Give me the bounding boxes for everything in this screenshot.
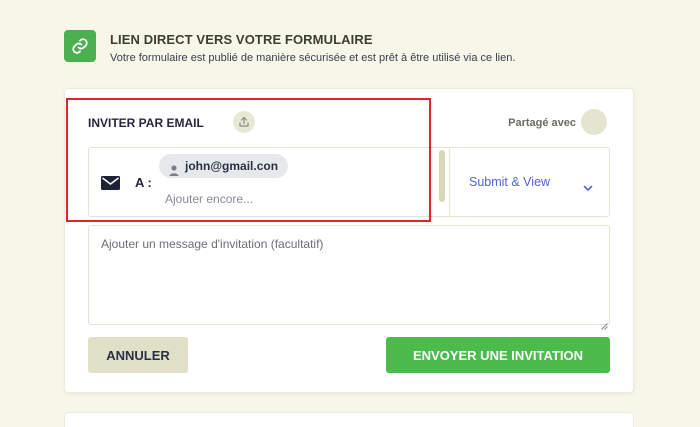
recipient-chip-label: john@gmail.con bbox=[185, 159, 279, 173]
shared-with-label: Partagé avec bbox=[508, 117, 576, 129]
permission-dropdown[interactable]: Submit & View bbox=[469, 175, 550, 189]
mail-icon bbox=[101, 176, 120, 195]
direct-link-description: Votre formulaire est publié de manière s… bbox=[110, 52, 516, 64]
send-invitation-button[interactable]: ENVOYER UNE INVITATION bbox=[386, 337, 610, 373]
share-icon[interactable] bbox=[233, 111, 255, 133]
recipients-scrollbar[interactable] bbox=[439, 150, 445, 202]
invite-card: INVITER PAR EMAIL Partagé avec A : john@… bbox=[64, 88, 634, 393]
cancel-button[interactable]: ANNULER bbox=[88, 337, 188, 373]
recipient-chip[interactable]: john@gmail.con bbox=[159, 154, 289, 178]
invite-title: INVITER PAR EMAIL bbox=[88, 116, 204, 130]
invitation-message-input[interactable] bbox=[88, 225, 610, 325]
field-divider bbox=[449, 148, 450, 216]
resize-handle-icon[interactable] bbox=[601, 317, 608, 335]
direct-link-section: LIEN DIRECT VERS VOTRE FORMULAIRE Votre … bbox=[64, 30, 644, 70]
user-icon bbox=[169, 160, 179, 184]
add-more-input[interactable]: Ajouter encore... bbox=[165, 192, 253, 206]
direct-link-title: LIEN DIRECT VERS VOTRE FORMULAIRE bbox=[110, 32, 373, 47]
shared-with-avatar[interactable] bbox=[581, 109, 607, 135]
to-label: A : bbox=[135, 175, 152, 190]
recipients-field[interactable]: A : john@gmail.con Ajouter encore... Sub… bbox=[88, 147, 610, 217]
chevron-down-icon[interactable] bbox=[583, 179, 593, 197]
next-card bbox=[64, 412, 634, 427]
link-icon bbox=[64, 30, 96, 62]
